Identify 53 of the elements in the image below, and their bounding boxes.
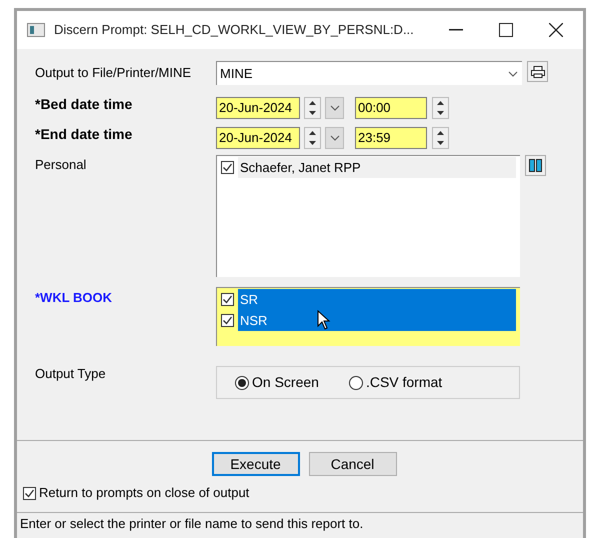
time-field[interactable]: 23:59 <box>355 127 427 149</box>
up-triangle-icon <box>437 131 444 135</box>
maximize-icon[interactable] <box>499 23 513 37</box>
calendar-dropdown-button[interactable] <box>325 127 344 149</box>
date-field[interactable]: 20-Jun-2024 <box>216 127 300 149</box>
status-bar-text: Enter or select the printer or file name to send this report to. <box>20 516 364 531</box>
radio-button[interactable] <box>348 376 363 390</box>
down-triangle-icon <box>309 141 316 145</box>
columns-icon <box>529 159 542 172</box>
dialog-button[interactable]: Execute <box>212 452 300 476</box>
up-triangle-icon <box>309 131 316 135</box>
window-title: Discern Prompt: SELH_CD_WORKL_VIEW_BY_PERSNL:D... <box>54 21 414 40</box>
radio-button[interactable] <box>235 376 249 390</box>
output-dropdown[interactable]: MINE <box>216 61 522 85</box>
spin-button[interactable] <box>304 127 321 149</box>
up-triangle-icon <box>309 101 316 105</box>
date-field[interactable]: 20-Jun-2024 <box>216 97 300 119</box>
checkbox[interactable] <box>221 314 234 327</box>
field-label: Output Type <box>35 365 107 383</box>
field-label: *Bed date time <box>35 95 134 114</box>
list-item[interactable]: SR <box>238 289 516 310</box>
spin-button[interactable] <box>432 127 449 149</box>
down-triangle-icon <box>309 111 316 115</box>
chevron-down-icon <box>330 105 340 111</box>
spin-button[interactable] <box>432 97 449 119</box>
list-item[interactable]: Schaefer, Janet RPP <box>238 157 516 178</box>
checkbox[interactable] <box>23 486 36 500</box>
chevron-down-icon <box>508 70 518 76</box>
checkbox-label: Return to prompts on close of output <box>39 484 250 502</box>
chevron-down-icon <box>330 135 340 141</box>
checkbox[interactable] <box>221 161 234 174</box>
mouse-cursor-icon <box>317 310 331 330</box>
printer-icon <box>530 66 544 78</box>
up-triangle-icon <box>437 101 444 105</box>
close-icon[interactable] <box>549 23 563 37</box>
time-field[interactable]: 00:00 <box>355 97 427 119</box>
select-button[interactable] <box>525 155 546 176</box>
down-triangle-icon <box>437 141 444 145</box>
minimize-icon[interactable] <box>449 29 463 31</box>
field-label: *End date time <box>35 125 134 144</box>
field-label: *WKL BOOK <box>35 289 114 307</box>
app-icon <box>27 23 45 37</box>
radio-option[interactable]: On Screen <box>235 372 319 393</box>
checkbox[interactable] <box>221 293 234 306</box>
calendar-dropdown-button[interactable] <box>325 97 344 119</box>
spin-button[interactable] <box>304 97 321 119</box>
printer-button[interactable] <box>527 61 548 82</box>
list-item[interactable]: NSR <box>238 310 516 331</box>
down-triangle-icon <box>437 111 444 115</box>
field-label: Personal <box>35 156 88 174</box>
dialog-button[interactable]: Cancel <box>308 452 396 476</box>
radio-option[interactable]: .CSV format <box>348 372 442 393</box>
field-label: Output to File/Printer/MINE <box>35 64 192 82</box>
